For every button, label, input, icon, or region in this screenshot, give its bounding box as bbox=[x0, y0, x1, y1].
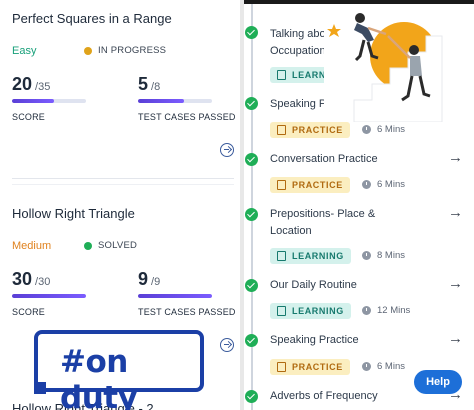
lesson-title[interactable]: Adverbs of Frequency bbox=[270, 388, 440, 405]
check-circle-icon bbox=[245, 279, 258, 292]
lesson-tag: LEARNING bbox=[270, 248, 351, 264]
status-badge: SOLVED bbox=[84, 240, 137, 251]
status-text: IN PROGRESS bbox=[98, 45, 167, 56]
duration-text: 6 Mins bbox=[377, 179, 405, 190]
clipboard-icon bbox=[277, 180, 286, 190]
tests-progress-fill bbox=[138, 99, 185, 103]
score-total: /35 bbox=[35, 81, 51, 93]
score-progress-fill bbox=[12, 99, 55, 103]
circle-arrow-right-icon[interactable] bbox=[220, 338, 234, 352]
difficulty-label: Medium bbox=[12, 240, 52, 252]
divider bbox=[12, 184, 234, 185]
tests-progress-bar bbox=[138, 99, 212, 103]
duration-text: 6 Mins bbox=[377, 124, 405, 135]
tests-progress-fill bbox=[138, 294, 212, 298]
check-circle-icon bbox=[245, 26, 258, 39]
tests-total: /8 bbox=[151, 81, 161, 93]
tag-label: LEARNING bbox=[292, 251, 344, 261]
book-icon bbox=[277, 70, 286, 80]
check-circle-icon bbox=[245, 97, 258, 110]
lesson-duration: 6 Mins bbox=[362, 361, 405, 372]
clipboard-icon bbox=[277, 125, 286, 135]
duration-text: 8 Mins bbox=[377, 250, 405, 261]
lesson-duration: 6 Mins bbox=[362, 179, 405, 190]
difficulty-label: Easy bbox=[12, 45, 37, 57]
clock-icon bbox=[362, 125, 371, 134]
score-label: SCORE bbox=[12, 307, 46, 317]
lesson-tag: PRACTICE bbox=[270, 177, 350, 193]
tests-label: TEST CASES PASSED bbox=[138, 307, 236, 317]
lesson-duration: 6 Mins bbox=[362, 124, 405, 135]
lesson-title[interactable]: Prepositions- Place & Location bbox=[270, 206, 390, 240]
tests-number: 9 bbox=[138, 269, 149, 289]
help-button[interactable]: Help bbox=[414, 370, 462, 394]
tag-label: LEARNING bbox=[292, 306, 344, 316]
score-progress-bar bbox=[12, 294, 86, 298]
divider bbox=[12, 178, 234, 179]
duration-text: 6 Mins bbox=[377, 361, 405, 372]
person-head bbox=[409, 45, 419, 55]
lessons-panel: Talking about Occupation → LEARNING Spea… bbox=[244, 4, 474, 410]
score-label: SCORE bbox=[12, 112, 46, 122]
score-value: 20/35 bbox=[12, 74, 50, 95]
book-icon bbox=[277, 251, 286, 261]
tests-total: /9 bbox=[151, 276, 161, 288]
score-total: /30 bbox=[35, 276, 51, 288]
clock-icon bbox=[362, 180, 371, 189]
tag-label: PRACTICE bbox=[292, 180, 343, 190]
clock-icon bbox=[362, 362, 371, 371]
arrow-right-icon[interactable]: → bbox=[448, 275, 463, 292]
lesson-tag: LEARNING bbox=[270, 303, 351, 319]
clock-icon bbox=[362, 251, 371, 260]
timeline-line bbox=[251, 4, 253, 410]
book-icon bbox=[277, 306, 286, 316]
lesson-duration: 8 Mins bbox=[362, 250, 405, 261]
clipboard-icon bbox=[277, 362, 286, 372]
arrow-right-icon[interactable]: → bbox=[448, 149, 463, 166]
status-text: SOLVED bbox=[98, 240, 138, 251]
duration-text: 12 Mins bbox=[377, 305, 411, 316]
score-progress-fill bbox=[12, 294, 86, 298]
tests-number: 5 bbox=[138, 74, 149, 94]
check-circle-icon bbox=[245, 153, 258, 166]
teamwork-illustration bbox=[324, 4, 474, 122]
lesson-tag: PRACTICE bbox=[270, 359, 350, 375]
on-duty-sticker: #on duty bbox=[34, 330, 204, 410]
lesson-title[interactable]: Our Daily Routine bbox=[270, 277, 440, 294]
problem-title[interactable]: Perfect Squares in a Range bbox=[12, 11, 172, 26]
status-dot-icon bbox=[84, 46, 92, 55]
problems-panel: Perfect Squares in a Range Easy IN PROGR… bbox=[0, 0, 240, 410]
score-progress-bar bbox=[12, 99, 86, 103]
lesson-title[interactable]: Speaking Practice bbox=[270, 332, 440, 349]
arrow-right-icon[interactable]: → bbox=[448, 330, 463, 347]
person-body bbox=[410, 56, 422, 76]
lesson-tag: PRACTICE bbox=[270, 122, 350, 138]
problem-card[interactable]: Perfect Squares in a Range Easy IN PROGR… bbox=[0, 0, 240, 170]
clock-icon bbox=[362, 306, 371, 315]
score-value: 30/30 bbox=[12, 269, 50, 290]
arrow-right-icon[interactable]: → bbox=[448, 204, 463, 221]
check-circle-icon bbox=[245, 390, 258, 403]
score-number: 30 bbox=[12, 269, 33, 289]
tests-value: 5/8 bbox=[138, 74, 160, 95]
lesson-title[interactable]: Conversation Practice bbox=[270, 151, 440, 168]
check-circle-icon bbox=[245, 334, 258, 347]
tests-progress-bar bbox=[138, 294, 212, 298]
lesson-duration: 12 Mins bbox=[362, 305, 410, 316]
circle-arrow-right-icon[interactable] bbox=[220, 143, 234, 157]
check-circle-icon bbox=[245, 208, 258, 221]
problem-title[interactable]: Hollow Right Triangle bbox=[12, 206, 135, 221]
tests-label: TEST CASES PASSED bbox=[138, 112, 236, 122]
tests-value: 9/9 bbox=[138, 269, 160, 290]
score-number: 20 bbox=[12, 74, 33, 94]
tag-label: PRACTICE bbox=[292, 362, 343, 372]
sticker-text: #on duty bbox=[60, 344, 138, 410]
sticker-tail bbox=[34, 382, 46, 394]
tag-label: PRACTICE bbox=[292, 125, 343, 135]
person-head bbox=[355, 13, 365, 23]
status-badge: IN PROGRESS bbox=[84, 45, 166, 56]
status-dot-icon bbox=[84, 241, 92, 250]
